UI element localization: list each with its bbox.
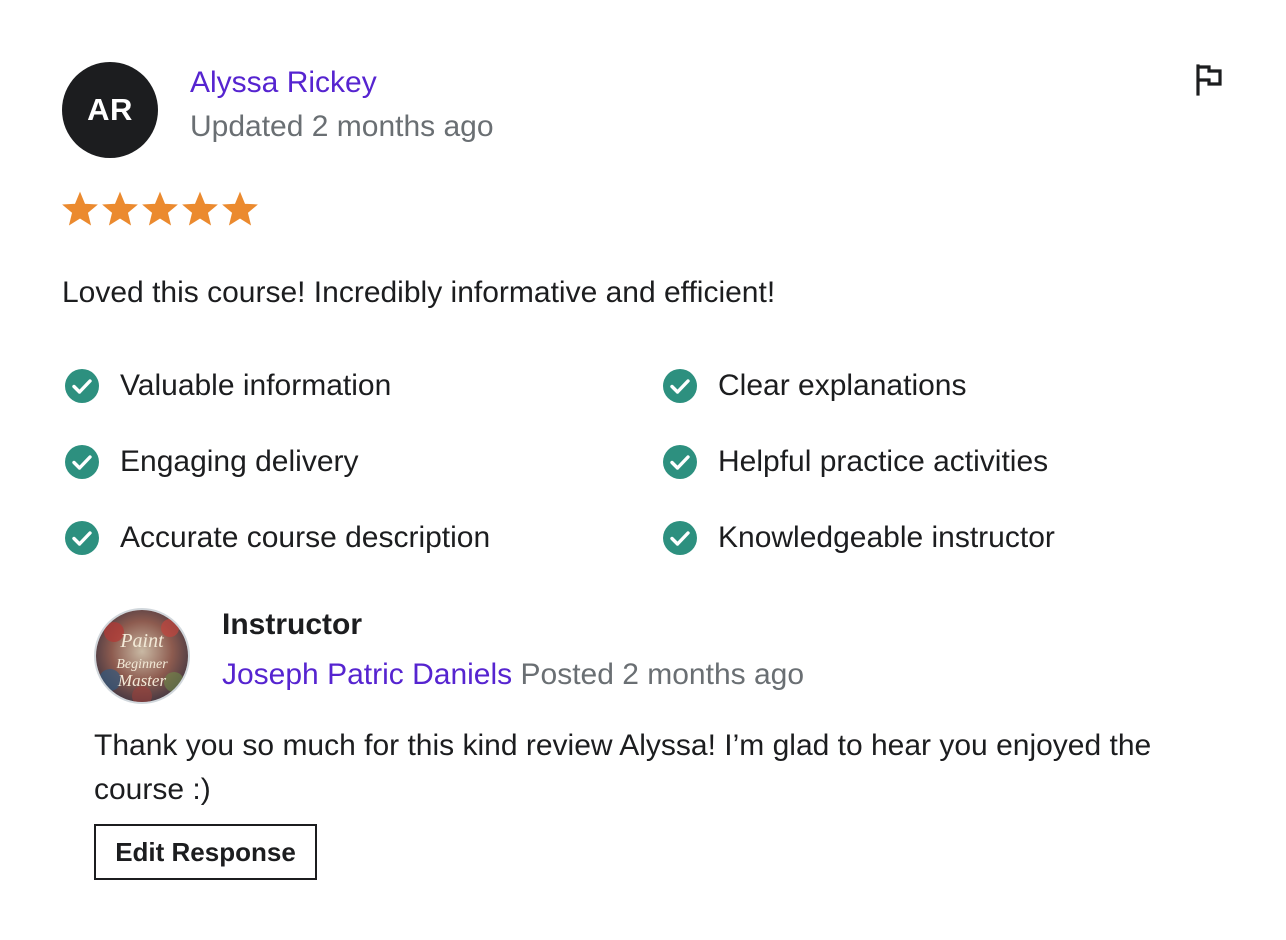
reviewer-initials: AR [87, 92, 133, 127]
check-circle-icon [663, 445, 697, 479]
response-timestamp: Posted 2 months ago [520, 658, 805, 691]
attribute-clear-explanations: Clear explanations [662, 368, 966, 404]
attribute-label: Engaging delivery [120, 445, 359, 478]
response-meta: Joseph Patric Daniels Posted 2 months ag… [222, 658, 804, 692]
attribute-label: Knowledgeable instructor [718, 521, 1055, 554]
star-icon [222, 191, 258, 226]
attribute-label: Helpful practice activities [718, 445, 1049, 478]
attribute-valuable-information: Valuable information [64, 368, 391, 404]
review-card: AR Alyssa Rickey Updated 2 months ago Lo… [0, 0, 1286, 940]
review-text: Loved this course! Incredibly informativ… [62, 276, 776, 309]
attribute-engaging-delivery: Engaging delivery [64, 444, 359, 480]
flag-icon[interactable] [1192, 62, 1226, 96]
attribute-label: Valuable information [120, 369, 392, 402]
avatar-text-line: Master [117, 671, 167, 690]
star-icon [102, 191, 138, 226]
instructor-avatar: Paint Beginner Master [94, 608, 190, 704]
check-circle-icon [65, 369, 99, 403]
avatar-text-line: Paint [119, 630, 164, 652]
attribute-knowledgeable-instructor: Knowledgeable instructor [662, 520, 1055, 556]
avatar-text-line: Beginner [116, 657, 168, 672]
instructor-name-link[interactable]: Joseph Patric Daniels [222, 658, 512, 691]
check-circle-icon [65, 521, 99, 555]
check-circle-icon [663, 521, 697, 555]
star-rating [62, 190, 258, 228]
attribute-accurate-course-description: Accurate course description [64, 520, 490, 556]
response-text: Thank you so much for this kind review A… [94, 729, 1152, 806]
reviewer-avatar: AR [62, 62, 158, 158]
star-icon [62, 191, 98, 226]
reviewer-name[interactable]: Alyssa Rickey [190, 66, 377, 100]
check-circle-icon [663, 369, 697, 403]
instructor-avatar-image: Paint Beginner Master [96, 610, 188, 702]
response-role-label: Instructor [222, 608, 363, 641]
attribute-label: Clear explanations [718, 369, 967, 402]
star-icon [182, 191, 218, 226]
attribute-label: Accurate course description [120, 521, 491, 554]
edit-response-button[interactable]: Edit Response [94, 824, 317, 880]
attribute-helpful-practice-activities: Helpful practice activities [662, 444, 1048, 480]
star-icon [142, 191, 178, 226]
check-circle-icon [65, 445, 99, 479]
review-timestamp: Updated 2 months ago [190, 110, 494, 143]
